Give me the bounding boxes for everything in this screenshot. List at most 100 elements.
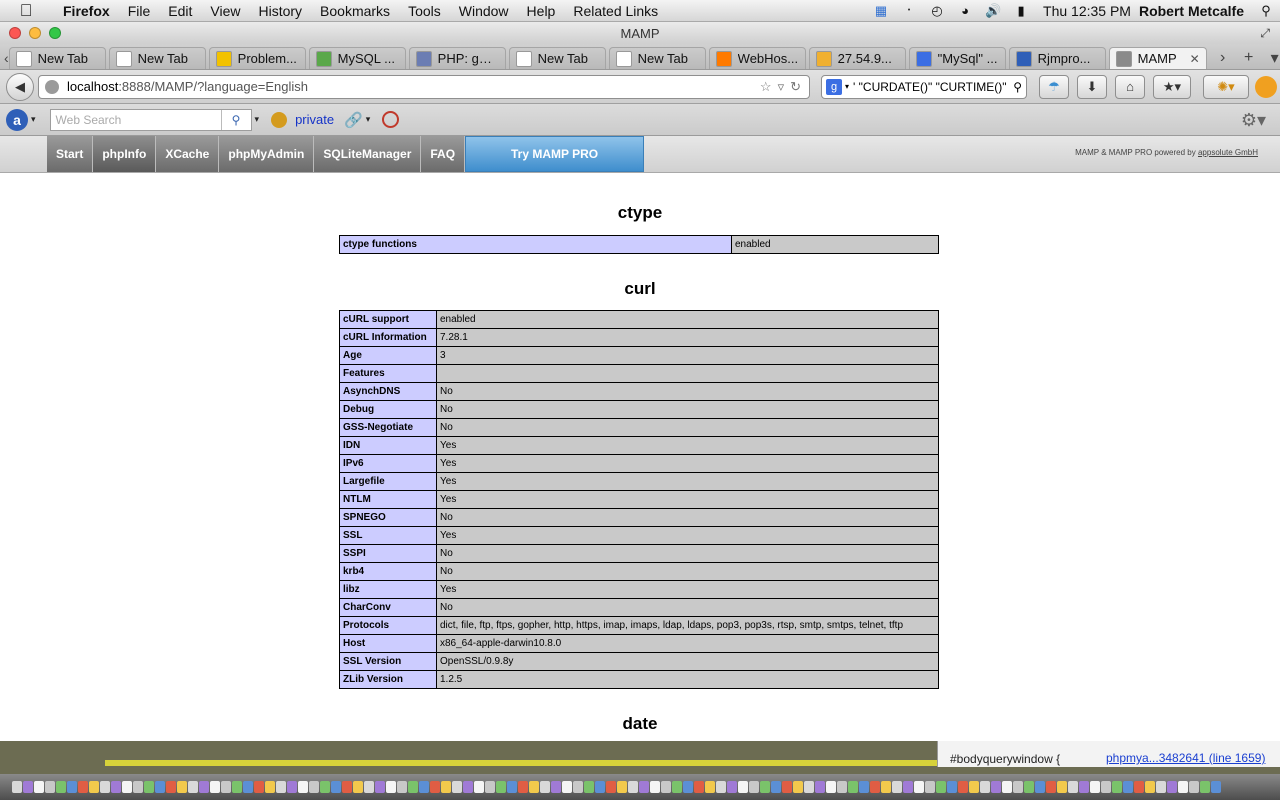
dock-app-icon[interactable] xyxy=(45,781,55,793)
dock-app-icon[interactable] xyxy=(738,781,748,793)
menu-history[interactable]: History xyxy=(249,3,311,19)
tab-9[interactable]: "MySql" ... xyxy=(908,47,1006,69)
dock-app-icon[interactable] xyxy=(628,781,638,793)
web-search-dropdown-icon[interactable]: ▾ xyxy=(255,114,260,125)
tab-3[interactable]: MySQL ... xyxy=(308,47,406,69)
nav-xcache[interactable]: XCache xyxy=(156,136,220,172)
dock-app-icon[interactable] xyxy=(298,781,308,793)
search-bar[interactable]: g ▾ ' "CURDATE()" "CURTIME()" ⚲ xyxy=(821,74,1027,99)
tab-1[interactable]: New Tab xyxy=(108,47,206,69)
dock-app-icon[interactable] xyxy=(683,781,693,793)
nav-faq[interactable]: FAQ xyxy=(421,136,466,172)
firefox-sync-icon[interactable] xyxy=(1255,75,1277,98)
appsolute-link[interactable]: appsolute GmbH xyxy=(1198,148,1258,157)
dock-app-icon[interactable] xyxy=(1189,781,1199,793)
dock-app-icon[interactable] xyxy=(848,781,858,793)
menubar-clock[interactable]: Thu 12:35 PM xyxy=(1035,3,1139,19)
dock-app-icon[interactable] xyxy=(342,781,352,793)
fullscreen-icon[interactable]: ⤢ xyxy=(1260,26,1270,41)
tab-scroll-right-icon[interactable]: › xyxy=(1210,49,1236,67)
nav-phpinfo[interactable]: phpInfo xyxy=(93,136,157,172)
dock-app-icon[interactable] xyxy=(441,781,451,793)
tab-6[interactable]: New Tab xyxy=(608,47,706,69)
tab-2[interactable]: Problem... xyxy=(208,47,306,69)
nav-phpmyadmin[interactable]: phpMyAdmin xyxy=(219,136,315,172)
menu-help[interactable]: Help xyxy=(518,3,565,19)
nav-sqlitemanager[interactable]: SQLiteManager xyxy=(314,136,422,172)
dock-app-icon[interactable] xyxy=(364,781,374,793)
dock-app-icon[interactable] xyxy=(78,781,88,793)
tab-0[interactable]: New Tab xyxy=(8,47,106,69)
dock-app-icon[interactable] xyxy=(727,781,737,793)
dock-app-icon[interactable] xyxy=(1112,781,1122,793)
aol-icon[interactable]: a xyxy=(6,108,28,131)
volume-icon[interactable]: 🔊 xyxy=(983,3,1003,19)
dock-app-icon[interactable] xyxy=(1123,781,1133,793)
dock-app-icon[interactable] xyxy=(925,781,935,793)
dock-app-icon[interactable] xyxy=(496,781,506,793)
history-dropdown-icon[interactable]: ▿ xyxy=(778,79,785,95)
dock-app-icon[interactable] xyxy=(100,781,110,793)
dock-app-icon[interactable] xyxy=(1013,781,1023,793)
tab-8[interactable]: 27.54.9... xyxy=(808,47,906,69)
url-bar[interactable]: localhost :8888/MAMP/?language=English ☆… xyxy=(38,74,810,99)
dock-app-icon[interactable] xyxy=(309,781,319,793)
dock-app-icon[interactable] xyxy=(166,781,176,793)
dock-app-icon[interactable] xyxy=(562,781,572,793)
dock-app-icon[interactable] xyxy=(804,781,814,793)
dock-app-icon[interactable] xyxy=(452,781,462,793)
dock-app-icon[interactable] xyxy=(606,781,616,793)
time-machine-icon[interactable]: ◴ xyxy=(927,3,947,19)
dock-app-icon[interactable] xyxy=(331,781,341,793)
dock-app-icon[interactable] xyxy=(639,781,649,793)
settings-gear-icon[interactable]: ⚙▾ xyxy=(1241,110,1266,131)
bookmarks-menu-icon[interactable]: ★▾ xyxy=(1153,74,1191,99)
link-chain-icon[interactable]: 🔗 xyxy=(344,111,363,129)
dock-app-icon[interactable] xyxy=(1090,781,1100,793)
dock-app-icon[interactable] xyxy=(353,781,363,793)
dock-app-icon[interactable] xyxy=(529,781,539,793)
css-source-link[interactable]: phpmya...3482641 (line 1659) xyxy=(1106,751,1265,765)
dock-app-icon[interactable] xyxy=(760,781,770,793)
tab-11[interactable]: MAMP ✕ xyxy=(1108,47,1207,69)
dock-app-icon[interactable] xyxy=(705,781,715,793)
dock-app-icon[interactable] xyxy=(815,781,825,793)
dock-app-icon[interactable] xyxy=(892,781,902,793)
nav-start[interactable]: Start xyxy=(47,136,94,172)
dock-app-icon[interactable] xyxy=(1035,781,1045,793)
menu-related-links[interactable]: Related Links xyxy=(564,3,667,19)
dock-app-icon[interactable] xyxy=(837,781,847,793)
downloads-icon[interactable]: ⬇ xyxy=(1077,74,1107,99)
menu-edit[interactable]: Edit xyxy=(159,3,201,19)
dock-app-icon[interactable] xyxy=(210,781,220,793)
menu-file[interactable]: File xyxy=(119,3,160,19)
dock-app-icon[interactable] xyxy=(958,781,968,793)
dock-app-icon[interactable] xyxy=(694,781,704,793)
dock-app-icon[interactable] xyxy=(881,781,891,793)
dock-app-icon[interactable] xyxy=(573,781,583,793)
dock-app-icon[interactable] xyxy=(1156,781,1166,793)
dock-app-icon[interactable] xyxy=(430,781,440,793)
dock-app-icon[interactable] xyxy=(1046,781,1056,793)
dock-app-icon[interactable] xyxy=(276,781,286,793)
site-identity-icon[interactable] xyxy=(45,79,59,94)
dock-app-icon[interactable] xyxy=(518,781,528,793)
dock-app-icon[interactable] xyxy=(122,781,132,793)
dock-app-icon[interactable] xyxy=(133,781,143,793)
dock-app-icon[interactable] xyxy=(177,781,187,793)
menu-app-firefox[interactable]: Firefox xyxy=(54,3,119,19)
link-dropdown-icon[interactable]: ▾ xyxy=(366,114,371,125)
web-search-magnifier-icon[interactable]: ⚲ xyxy=(220,109,251,130)
dock-app-icon[interactable] xyxy=(595,781,605,793)
dock-app-icon[interactable] xyxy=(793,781,803,793)
dock-app-icon[interactable] xyxy=(1145,781,1155,793)
menu-view[interactable]: View xyxy=(201,3,249,19)
web-search-input[interactable]: Web Search ⚲ xyxy=(49,108,252,131)
dock-app-icon[interactable] xyxy=(650,781,660,793)
dock-app-icon[interactable] xyxy=(320,781,330,793)
dock-app-icon[interactable] xyxy=(1068,781,1078,793)
dock-app-icon[interactable] xyxy=(914,781,924,793)
dock-app-icon[interactable] xyxy=(870,781,880,793)
list-all-tabs-icon[interactable]: ▾ xyxy=(1262,48,1280,68)
dock-app-icon[interactable] xyxy=(386,781,396,793)
